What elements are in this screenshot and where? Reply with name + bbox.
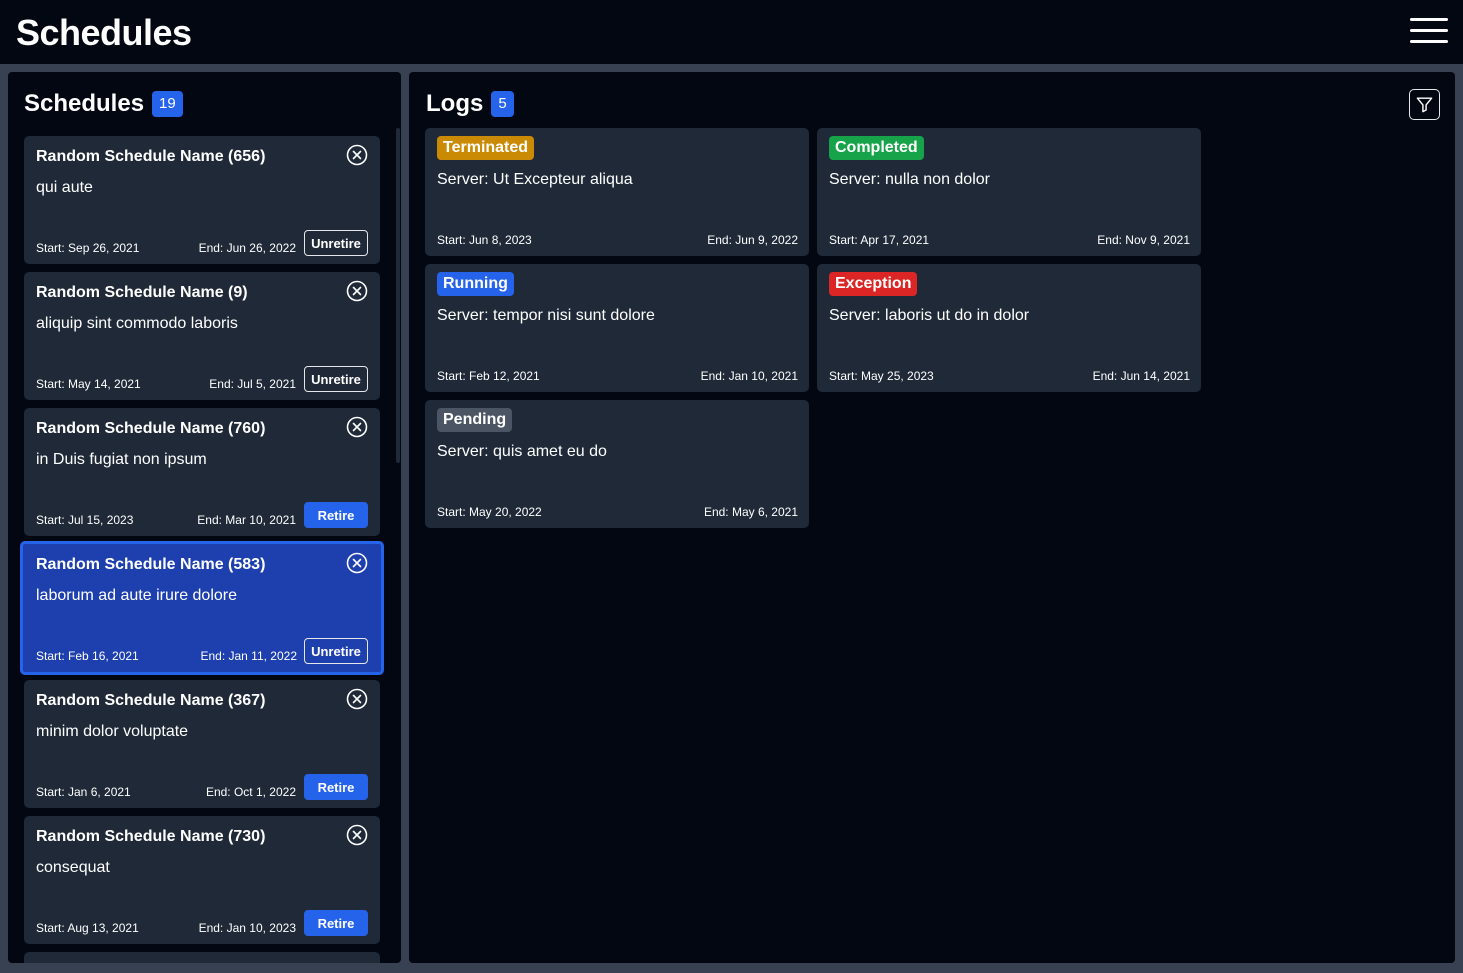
schedules-panel-title: Schedules bbox=[24, 90, 145, 117]
log-card[interactable]: Terminated Server: Ut Excepteur aliqua S… bbox=[425, 128, 809, 256]
schedule-card[interactable]: Random Schedule Name (367) minim dolor v… bbox=[24, 680, 380, 808]
status-badge: Terminated bbox=[437, 136, 535, 160]
log-end-date: End: Jan 10, 2021 bbox=[700, 369, 798, 383]
schedule-name: Random Schedule Name (730) bbox=[36, 828, 266, 845]
log-server: Server: quis amet eu do bbox=[437, 443, 607, 460]
schedules-scrollbar[interactable] bbox=[396, 128, 400, 463]
schedule-end-date: End: Jan 10, 2023 bbox=[198, 921, 296, 935]
close-icon[interactable] bbox=[346, 824, 368, 846]
close-icon[interactable] bbox=[346, 280, 368, 302]
schedule-end-date: End: Jan 11, 2022 bbox=[200, 649, 297, 663]
close-icon[interactable] bbox=[346, 416, 368, 438]
logs-panel: Logs 5 Terminated Server: Ut Excepteur a… bbox=[409, 72, 1455, 963]
schedule-start-date: Start: Aug 13, 2021 bbox=[36, 921, 139, 935]
log-card[interactable]: Completed Server: nulla non dolor Start:… bbox=[817, 128, 1201, 256]
schedule-description: aliquip sint commodo laboris bbox=[36, 315, 238, 332]
schedule-card[interactable] bbox=[24, 952, 380, 963]
unretire-button[interactable]: Unretire bbox=[304, 230, 368, 256]
schedules-count-badge: 19 bbox=[152, 91, 183, 117]
log-server: Server: laboris ut do in dolor bbox=[829, 307, 1030, 324]
schedule-description: consequat bbox=[36, 859, 110, 876]
hamburger-menu-icon[interactable] bbox=[1410, 18, 1448, 46]
status-badge: Exception bbox=[829, 272, 918, 296]
schedule-name: Random Schedule Name (367) bbox=[36, 692, 266, 709]
log-start-date: Start: Apr 17, 2021 bbox=[829, 233, 930, 247]
schedule-start-date: Start: Jan 6, 2021 bbox=[36, 785, 131, 799]
log-card[interactable]: Running Server: tempor nisi sunt dolore … bbox=[425, 264, 809, 392]
app-title: Schedules bbox=[16, 12, 192, 53]
status-badge: Completed bbox=[829, 136, 924, 160]
close-icon[interactable] bbox=[346, 688, 368, 710]
log-card[interactable]: Pending Server: quis amet eu do Start: M… bbox=[425, 400, 809, 528]
log-start-date: Start: May 25, 2023 bbox=[829, 369, 934, 383]
schedule-card[interactable]: Random Schedule Name (9) aliquip sint co… bbox=[24, 272, 380, 400]
schedule-description: minim dolor voluptate bbox=[36, 723, 189, 740]
schedule-card[interactable]: Random Schedule Name (760) in Duis fugia… bbox=[24, 408, 380, 536]
schedules-panel-header: Schedules 19 bbox=[24, 90, 183, 118]
schedule-end-date: End: Oct 1, 2022 bbox=[205, 785, 296, 799]
schedule-description: qui aute bbox=[36, 179, 93, 196]
top-bar: Schedules bbox=[0, 0, 1463, 64]
schedule-start-date: Start: May 14, 2021 bbox=[36, 377, 141, 391]
log-start-date: Start: Jun 8, 2023 bbox=[437, 233, 532, 247]
schedule-name: Random Schedule Name (9) bbox=[36, 284, 248, 301]
schedule-end-date: End: Jun 26, 2022 bbox=[198, 241, 296, 255]
schedule-card[interactable]: Random Schedule Name (656) qui aute Star… bbox=[24, 136, 380, 264]
retire-button[interactable]: Retire bbox=[304, 774, 368, 800]
retire-button[interactable]: Retire bbox=[304, 910, 368, 936]
filter-icon[interactable] bbox=[1409, 89, 1440, 120]
schedule-start-date: Start: Sep 26, 2021 bbox=[36, 241, 140, 255]
schedules-panel: Schedules 19 Random Schedule Name (656) … bbox=[8, 72, 401, 963]
logs-panel-header: Logs 5 bbox=[426, 90, 514, 118]
unretire-button[interactable]: Unretire bbox=[304, 638, 368, 664]
log-server: Server: nulla non dolor bbox=[829, 171, 990, 188]
log-end-date: End: Jun 14, 2021 bbox=[1092, 369, 1190, 383]
schedule-description: in Duis fugiat non ipsum bbox=[36, 451, 207, 468]
log-start-date: Start: Feb 12, 2021 bbox=[437, 369, 540, 383]
schedule-name: Random Schedule Name (760) bbox=[36, 420, 266, 437]
log-end-date: End: May 6, 2021 bbox=[703, 505, 798, 519]
log-end-date: End: Nov 9, 2021 bbox=[1097, 233, 1190, 247]
status-badge: Pending bbox=[437, 408, 513, 432]
logs-panel-title: Logs bbox=[426, 90, 484, 117]
schedule-end-date: End: Jul 5, 2021 bbox=[209, 377, 296, 391]
log-end-date: End: Jun 9, 2022 bbox=[707, 233, 798, 247]
log-server: Server: tempor nisi sunt dolore bbox=[437, 307, 655, 324]
schedule-name: Random Schedule Name (583) bbox=[36, 556, 266, 573]
log-card[interactable]: Exception Server: laboris ut do in dolor… bbox=[817, 264, 1201, 392]
schedule-name: Random Schedule Name (656) bbox=[36, 148, 266, 165]
schedule-start-date: Start: Jul 15, 2023 bbox=[36, 513, 134, 527]
status-badge: Running bbox=[437, 272, 514, 296]
schedule-card[interactable]: Random Schedule Name (730) consequat Sta… bbox=[24, 816, 380, 944]
log-server: Server: Ut Excepteur aliqua bbox=[437, 171, 633, 188]
unretire-button[interactable]: Unretire bbox=[304, 366, 368, 392]
close-icon[interactable] bbox=[346, 144, 368, 166]
schedule-card-selected[interactable]: Random Schedule Name (583) laborum ad au… bbox=[20, 541, 384, 675]
close-icon[interactable] bbox=[346, 552, 368, 574]
schedule-description: laborum ad aute irure dolore bbox=[36, 587, 238, 604]
schedule-end-date: End: Mar 10, 2021 bbox=[197, 513, 296, 527]
logs-count-badge: 5 bbox=[491, 91, 514, 117]
retire-button[interactable]: Retire bbox=[304, 502, 368, 528]
log-start-date: Start: May 20, 2022 bbox=[437, 505, 542, 519]
schedule-start-date: Start: Feb 16, 2021 bbox=[36, 649, 139, 663]
